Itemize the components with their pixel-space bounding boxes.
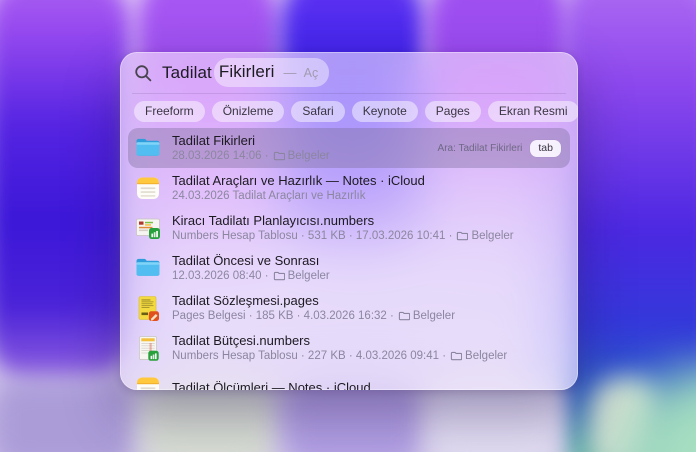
result-text: Tadilat Sözleşmesi.pages Pages Belgesi · … (172, 293, 564, 323)
folder-small-icon (456, 231, 469, 241)
result-location: Belgeler (412, 310, 456, 322)
result-meta: Numbers Hesap Tablosu · 227 KB · 4.03.20… (172, 349, 564, 363)
result-row[interactable]: Tadilat Fikirleri 28.03.2026 14:06 · Belge… (128, 128, 570, 168)
result-meta-text: Pages Belgesi · 185 KB · 4.03.2026 16:32… (172, 310, 394, 322)
filter-chip-safari[interactable]: Safari (291, 101, 345, 122)
wallpaper-capsule (0, 0, 132, 390)
result-meta: 28.03.2026 14:06 · Belgeler (172, 149, 438, 163)
result-title: Tadilat Bütçesi.numbers (172, 333, 311, 348)
result-row[interactable]: Tadilat Ölçümleri — Notes · iCloud (128, 368, 570, 390)
suggestion-separator: — (283, 65, 297, 80)
result-location: Belgeler (471, 230, 514, 242)
result-location: Belgeler (287, 270, 330, 282)
filter-chip-freeform[interactable]: Freeform (134, 101, 205, 122)
folder-small-icon (273, 151, 285, 161)
notes-icon (134, 174, 162, 202)
result-text: Tadilat Fikirleri 28.03.2026 14:06 · Belge… (172, 133, 438, 163)
desktop: Tadilat Fikirleri — Aç Freeform Önizleme S… (0, 0, 696, 452)
numbers-table-icon (134, 334, 162, 362)
filter-chip-pages[interactable]: Pages (424, 101, 481, 122)
filter-chip-onizleme[interactable]: Önizleme (211, 101, 285, 122)
result-title: Tadilat Öncesi ve Sonrası (172, 253, 320, 268)
search-completion-text: Fikirleri (218, 62, 275, 81)
result-title: Tadilat Ölçümleri — Notes · iCloud (172, 380, 371, 390)
result-meta: Numbers Hesap Tablosu · 531 KB · 17.03.2… (172, 229, 564, 243)
folder-small-icon (398, 311, 410, 321)
result-title: Tadilat Sözleşmesi.pages (172, 293, 319, 308)
search-input[interactable]: Tadilat Fikirleri — Aç (162, 58, 330, 87)
results-list: Tadilat Fikirleri 28.03.2026 14:06 · Belge… (120, 128, 578, 390)
result-text: Kiracı Tadilatı Planlayıcısı.numbers Numb… (172, 213, 564, 243)
result-row[interactable]: Kiracı Tadilatı Planlayıcısı.numbers Numb… (128, 208, 570, 248)
result-title: Tadilat Fikirleri (172, 133, 256, 148)
autocomplete-suggestion: Fikirleri — Aç (213, 58, 330, 87)
tab-key-badge: tab (530, 139, 561, 157)
selected-row-accessory: Ara: Tadilat Fikirleri tab (437, 139, 561, 157)
result-row[interactable]: Tadilat Bütçesi.numbers Numbers Hesap Tab… (128, 328, 570, 368)
notes-icon (134, 374, 162, 390)
result-meta-text: Numbers Hesap Tablosu · 531 KB · 17.03.2… (172, 230, 453, 242)
search-icon (134, 64, 153, 83)
result-row[interactable]: Tadilat Sözleşmesi.pages Pages Belgesi · … (128, 288, 570, 328)
search-hint: Ara: Tadilat Fikirleri (437, 142, 523, 154)
folder-small-icon (273, 271, 285, 281)
search-bar[interactable]: Tadilat Fikirleri — Aç (120, 52, 578, 93)
result-meta: 24.03.2026 Tadilat Araçları ve Hazırlık (172, 189, 564, 203)
result-meta-text: Numbers Hesap Tablosu · 227 KB · 4.03.20… (172, 350, 447, 362)
folder-small-icon (450, 351, 463, 361)
result-title: Tadilat Araçları ve Hazırlık — Notes · i… (172, 173, 425, 188)
blue-folder-icon (134, 254, 162, 282)
result-text: Tadilat Öncesi ve Sonrası 12.03.2026 08:4… (172, 253, 564, 283)
filter-chip-ekran-resmi[interactable]: Ekran Resmi (487, 101, 578, 122)
result-meta-text: 12.03.2026 08:40 · (172, 270, 269, 282)
result-meta-text: 28.03.2026 14:06 · (172, 150, 269, 162)
wallpaper-column (0, 378, 136, 452)
numbers-chart-icon (134, 214, 162, 242)
blue-folder-icon (134, 134, 162, 162)
result-meta: 12.03.2026 08:40 · Belgeler (172, 269, 564, 283)
result-meta-text: 24.03.2026 Tadilat Araçları ve Hazırlık (172, 190, 366, 202)
result-title: Kiracı Tadilatı Planlayıcısı.numbers (172, 213, 375, 228)
result-row[interactable]: Tadilat Araçları ve Hazırlık — Notes · i… (128, 168, 570, 208)
filter-chip-row: Freeform Önizleme Safari Keynote Pages Ekran … (120, 94, 578, 128)
result-row[interactable]: Tadilat Öncesi ve Sonrası 12.03.2026 08:4… (128, 248, 570, 288)
result-text: Tadilat Bütçesi.numbers Numbers Hesap Tab… (172, 333, 564, 363)
result-text: Tadilat Araçları ve Hazırlık — Notes · i… (172, 173, 564, 203)
result-location: Belgeler (287, 150, 330, 162)
spotlight-window: Tadilat Fikirleri — Aç Freeform Önizleme S… (120, 52, 578, 390)
open-action-hint: Aç (303, 66, 319, 80)
result-meta: Pages Belgesi · 185 KB · 4.03.2026 16:32… (172, 309, 564, 323)
result-location: Belgeler (465, 350, 508, 362)
pages-doc-icon (134, 294, 162, 322)
result-text: Tadilat Ölçümleri — Notes · iCloud (172, 380, 564, 390)
filter-chip-keynote[interactable]: Keynote (351, 101, 418, 122)
search-query-text: Tadilat (162, 62, 212, 82)
